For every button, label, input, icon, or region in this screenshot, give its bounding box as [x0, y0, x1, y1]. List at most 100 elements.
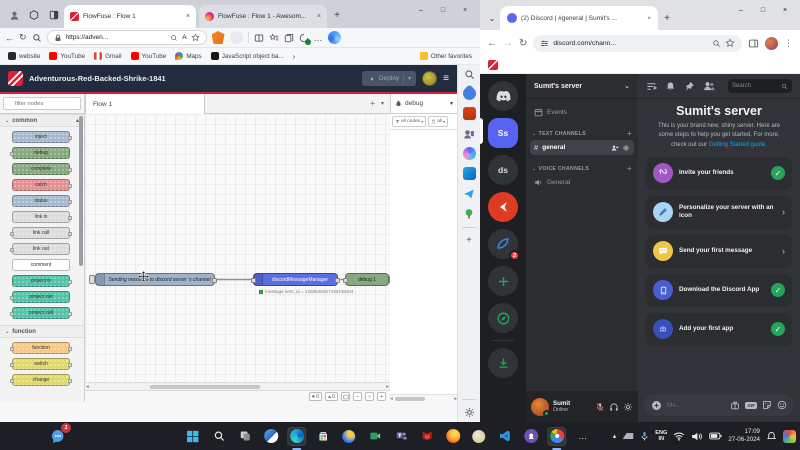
people-icon[interactable] — [463, 127, 476, 140]
browser-essentials-icon[interactable] — [299, 33, 309, 43]
debug-filter-nodes-button[interactable]: all nodes ▾ — [392, 116, 426, 127]
copilot-taskbar-icon[interactable] — [339, 427, 358, 446]
sidebar-options-icon[interactable]: ▾ — [450, 100, 453, 107]
edge-address-bar[interactable]: https://adven... A — [47, 30, 207, 45]
palette-node-switch[interactable]: switch — [12, 358, 70, 370]
palette-node-function[interactable]: function — [12, 342, 70, 354]
flow-list-icon[interactable]: ▾ — [381, 100, 384, 107]
bookmark-website[interactable]: website — [8, 52, 40, 60]
taskbar-chat-icon[interactable]: 1 — [48, 426, 68, 446]
sidebar-search-icon[interactable] — [464, 69, 475, 80]
cast-icon[interactable] — [622, 431, 634, 441]
chrome-tab-discord[interactable]: (2) Discord | #general | Sumit's ... × — [500, 6, 658, 30]
zoom-out-button[interactable]: − — [353, 392, 362, 401]
mic-muted-icon[interactable] — [595, 402, 605, 412]
battery-icon[interactable] — [709, 431, 722, 441]
flow-tab[interactable]: Flow 1 — [85, 94, 205, 114]
server-icon-with-badge[interactable]: 2 — [488, 229, 518, 259]
close-tab-icon[interactable]: × — [317, 13, 321, 20]
copilot-icon[interactable] — [328, 31, 341, 44]
refresh-button[interactable]: ↻ — [19, 32, 27, 43]
emoji-icon[interactable] — [777, 400, 787, 410]
server-icon-ds[interactable]: ds — [488, 155, 518, 185]
maximize-button[interactable]: □ — [432, 0, 454, 20]
start-button[interactable] — [183, 427, 202, 446]
clock[interactable]: 17:09 27-06-2024 — [728, 428, 760, 444]
add-flow-button[interactable]: + — [370, 99, 375, 108]
card-personalize-server[interactable]: Personalize your server with an icon › — [646, 196, 792, 229]
attach-plus-icon[interactable] — [651, 400, 662, 411]
tray-widget-icon[interactable] — [783, 430, 796, 443]
tab-actions-icon[interactable] — [45, 6, 63, 24]
mcafee-icon[interactable] — [417, 427, 436, 446]
pinned-messages-icon[interactable] — [684, 81, 695, 92]
info-count-chip[interactable]: ●0 — [309, 392, 322, 401]
user-avatar[interactable] — [422, 71, 437, 86]
back-button[interactable]: ← — [5, 33, 14, 43]
flow-node-discord-message-manager[interactable]: discordMessageManager — [253, 273, 338, 286]
canvas-hscrollbar[interactable]: ◂ ▸ — [85, 382, 390, 390]
scroll-left-icon[interactable]: ◂ — [390, 396, 393, 402]
profile-avatar[interactable] — [765, 37, 778, 50]
palette-node-project-call[interactable]: project call — [12, 307, 70, 319]
toolbox-icon[interactable] — [463, 107, 476, 120]
user-avatar[interactable] — [531, 398, 549, 416]
add-server-button[interactable] — [488, 266, 518, 296]
minimize-button[interactable]: – — [730, 0, 752, 20]
new-tab-button[interactable]: + — [328, 6, 346, 24]
input-port[interactable] — [251, 278, 256, 283]
channel-general-voice[interactable]: General — [530, 175, 634, 190]
zoom-in-button[interactable]: + — [377, 392, 386, 401]
volume-icon[interactable] — [691, 431, 703, 442]
server-menu-icon[interactable]: ⌄ — [624, 82, 630, 90]
gif-picker-icon[interactable]: GIF — [745, 402, 757, 409]
card-invite-friends[interactable]: Invite your friends ✓ — [646, 157, 792, 190]
palette-category-function[interactable]: ⌄ function — [0, 325, 84, 338]
collections-icon[interactable] — [284, 33, 294, 43]
refresh-button[interactable]: ↻ — [519, 38, 527, 49]
shopping-icon[interactable] — [460, 84, 478, 102]
bookmark-maps[interactable]: Maps — [175, 52, 201, 60]
debug-hscrollbar[interactable]: ◂ ▸ — [390, 394, 457, 402]
side-panel-icon[interactable] — [748, 38, 759, 49]
github-desktop-icon[interactable] — [521, 427, 540, 446]
other-favorites[interactable]: Other favorites — [420, 52, 472, 60]
bookmarks-overflow-icon[interactable]: › — [293, 52, 296, 61]
microsoft-store-icon[interactable] — [313, 427, 332, 446]
chrome-address-bar[interactable]: discord.com/chann... — [533, 35, 742, 52]
headphones-icon[interactable] — [609, 402, 619, 412]
output-port[interactable] — [335, 278, 340, 283]
language-indicator[interactable]: ENG IN — [655, 430, 667, 443]
chrome-menu-button[interactable]: ⋮ — [784, 38, 793, 49]
palette-node-link-in[interactable]: link in — [12, 211, 70, 223]
flow-canvas[interactable]: Sending message to discord server 's cha… — [85, 114, 390, 402]
scroll-thumb[interactable] — [150, 385, 260, 389]
focus-view-button[interactable] — [341, 392, 350, 401]
forward-button[interactable]: → — [503, 38, 513, 49]
notification-bell-icon[interactable] — [766, 431, 777, 442]
close-tab-icon[interactable]: × — [186, 13, 190, 20]
edge-tab-flowfuse[interactable]: FlowFuse : Flow 1 × — [64, 5, 196, 28]
events-item[interactable]: Events — [530, 105, 634, 120]
palette-node-catch[interactable]: catch — [12, 179, 70, 191]
voice-channels-section[interactable]: ⌄ VOICE CHANNELS + — [530, 164, 634, 173]
main-menu-icon[interactable]: ≡ — [443, 73, 449, 84]
deploy-options-icon[interactable]: ▾ — [408, 75, 411, 82]
teams-icon[interactable] — [391, 427, 410, 446]
server-icon-flowfuse[interactable] — [488, 192, 518, 222]
tab-search-button[interactable]: ⌄ — [484, 6, 500, 30]
google-meet-icon[interactable] — [365, 427, 384, 446]
palette-node-inject[interactable]: inject — [12, 131, 70, 143]
palette-scrollbar[interactable] — [79, 116, 83, 266]
sidebar-settings-icon[interactable] — [464, 407, 475, 418]
invite-people-icon[interactable] — [611, 144, 619, 152]
tree-icon[interactable] — [463, 207, 476, 220]
palette-node-complete[interactable]: complete — [12, 163, 70, 175]
scroll-left-icon[interactable]: ◂ — [85, 384, 90, 390]
taskbar-edge-icon[interactable] — [287, 427, 306, 446]
flowfuse-bookmark-icon[interactable] — [488, 60, 498, 70]
extension-icon[interactable] — [230, 31, 243, 44]
explore-servers-button[interactable] — [488, 303, 518, 333]
back-button[interactable]: ← — [487, 38, 497, 49]
debug-sidebar-tab[interactable]: debug ▾ — [390, 94, 457, 113]
